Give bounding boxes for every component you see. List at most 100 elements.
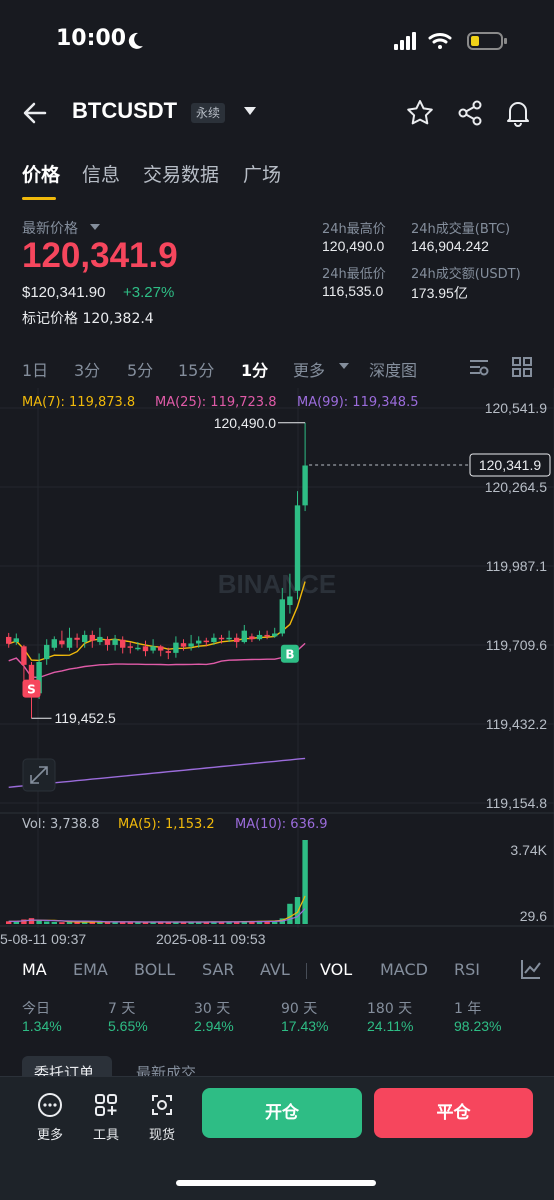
mark-price: 标记价格 120,382.4 <box>22 308 154 328</box>
bell-icon[interactable] <box>503 98 533 128</box>
more-icon <box>38 1093 62 1117</box>
candle <box>104 639 111 645</box>
back-arrow-icon[interactable] <box>20 98 50 128</box>
y-axis-tick: 120,541.9 <box>485 400 547 416</box>
indicator-avl[interactable]: AVL <box>260 960 290 979</box>
interval-3m[interactable]: 3分 <box>74 357 100 381</box>
volume-legend: Vol: 3,738.8 <box>22 817 100 832</box>
candle <box>279 599 285 634</box>
tab-price[interactable]: 价格 <box>22 160 60 187</box>
indicator-sar[interactable]: SAR <box>202 960 235 979</box>
indicator-rsi[interactable]: RSI <box>454 960 480 979</box>
last-price: 120,341.9 <box>22 236 178 275</box>
more-tool-label: 更多 <box>36 1128 63 1143</box>
home-indicator <box>176 1180 376 1186</box>
indicator-boll[interactable]: BOLL <box>134 960 175 979</box>
star-icon[interactable] <box>405 98 435 128</box>
ma7-legend: MA(7): 119,873.8 <box>22 395 135 410</box>
tools-tool[interactable]: 工具 <box>84 1092 128 1143</box>
ma99-legend: MA(99): 119,348.5 <box>297 395 418 410</box>
watermark: BINANCE <box>218 569 336 599</box>
perf-today-value: 1.34% <box>22 1018 62 1034</box>
interval-5m[interactable]: 5分 <box>127 357 153 381</box>
volume-btc-value: 146,904.242 <box>411 238 489 254</box>
open-position-button[interactable]: 开仓 <box>202 1088 362 1138</box>
candle <box>173 642 179 653</box>
vol-ma5-line <box>8 895 306 923</box>
candle <box>127 646 133 648</box>
tab-trading-data[interactable]: 交易数据 <box>143 160 219 187</box>
tab-underline <box>22 197 56 200</box>
candle <box>6 636 12 644</box>
y-axis-tick: 119,987.1 <box>486 558 547 574</box>
last-price-dropdown-icon[interactable] <box>90 224 100 230</box>
candle <box>44 644 50 660</box>
symbol-title[interactable]: BTCUSDT <box>72 98 177 124</box>
usd-price: $120,341.90 <box>22 284 106 301</box>
indicator-ema[interactable]: EMA <box>73 960 108 979</box>
candle <box>59 640 65 645</box>
ma25-legend: MA(25): 119,723.8 <box>155 395 276 410</box>
vol-ma5-legend: MA(5): 1,153.2 <box>118 817 215 832</box>
interval-1m[interactable]: 1分 <box>241 357 268 381</box>
interval-1d[interactable]: 1日 <box>22 357 48 381</box>
expand-icon[interactable] <box>22 758 56 792</box>
signal-icon <box>394 32 416 50</box>
candle <box>272 633 278 637</box>
price-change-percent: +3.27% <box>123 284 175 301</box>
y-axis-tick: 119,432.2 <box>486 716 547 732</box>
candle <box>226 637 232 640</box>
candle <box>203 640 209 643</box>
share-icon[interactable] <box>455 98 485 128</box>
spot-tool[interactable]: 现货 <box>140 1092 184 1143</box>
perf-90d-label: 90 天 <box>281 1001 318 1017</box>
volume-bar <box>28 918 35 924</box>
volume-btc-label: 24h成交量(BTC) <box>411 222 511 237</box>
candlestick-chart[interactable]: BINANCE 120,541.9 120,264.5 119,987.1 119,7… <box>0 388 554 948</box>
candle <box>51 639 57 648</box>
candle <box>302 465 308 506</box>
close-position-button[interactable]: 平仓 <box>374 1088 533 1138</box>
interval-15m[interactable]: 15分 <box>178 357 214 381</box>
y-axis-tick: 120,264.5 <box>485 479 547 495</box>
symbol-dropdown-icon[interactable] <box>244 107 256 115</box>
y-axis-tick: 119,154.8 <box>486 795 547 811</box>
vol-ma10-legend: MA(10): 636.9 <box>235 817 328 832</box>
interval-more-caret-icon[interactable] <box>339 363 349 369</box>
interval-depth[interactable]: 深度图 <box>369 357 417 381</box>
candle <box>82 634 88 643</box>
candle <box>66 637 73 648</box>
tab-square[interactable]: 广场 <box>243 160 281 187</box>
volume-bar <box>59 922 65 924</box>
candle <box>188 643 194 647</box>
candle <box>287 596 293 606</box>
indicator-ma[interactable]: MA <box>22 960 47 979</box>
chart-settings-icon[interactable] <box>468 356 490 378</box>
candle <box>264 634 270 637</box>
candle <box>256 634 263 640</box>
candle <box>120 639 126 648</box>
more-tool[interactable]: 更多 <box>28 1092 72 1143</box>
high-24h-value: 120,490.0 <box>322 238 385 254</box>
vol-axis-tick: 29.6 <box>520 908 547 924</box>
volume-usdt-value: 173.95亿 <box>411 285 468 301</box>
indicator-divider <box>306 963 307 979</box>
volume-bar <box>287 903 293 924</box>
high-24h-label: 24h最高价 <box>322 222 386 237</box>
candle <box>13 638 19 643</box>
last-price-label[interactable]: 最新价格 <box>22 218 78 238</box>
perf-180d-value: 24.11% <box>367 1018 414 1034</box>
candle <box>249 636 255 640</box>
indicator-vol[interactable]: VOL <box>320 960 352 979</box>
spot-tool-label: 现货 <box>148 1128 175 1143</box>
high-annotation: 120,490.0 <box>214 415 276 431</box>
interval-more[interactable]: 更多 <box>293 357 325 381</box>
indicator-chart-icon[interactable] <box>520 958 542 980</box>
layout-grid-icon[interactable] <box>511 356 533 378</box>
x-axis-tick: 5-08-11 09:37 <box>0 931 86 947</box>
volume-bar <box>294 897 301 924</box>
indicator-macd[interactable]: MACD <box>380 960 428 979</box>
volume-bar <box>44 921 50 924</box>
current-price-tag: 120,341.9 <box>479 457 541 473</box>
tab-info[interactable]: 信息 <box>82 160 120 187</box>
